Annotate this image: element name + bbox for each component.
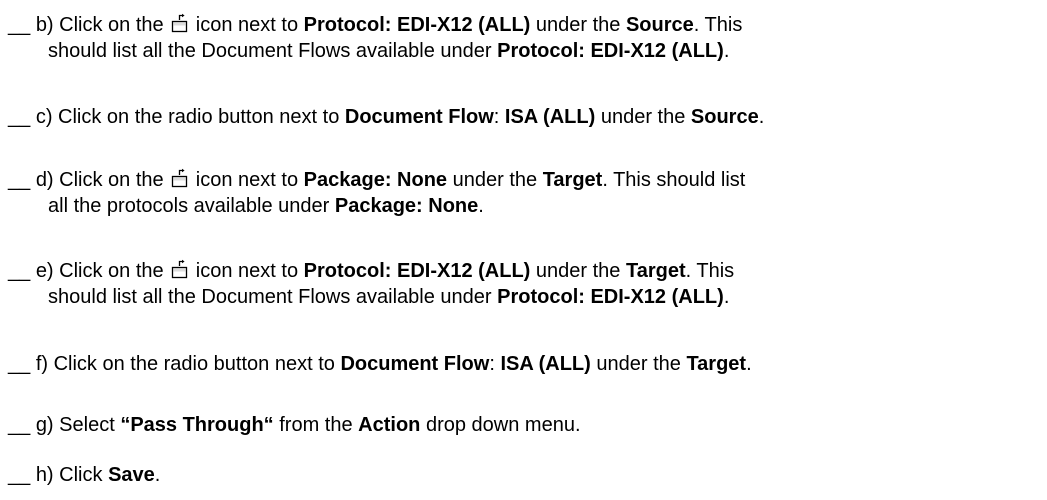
step-text: should list all the Document Flows avail… xyxy=(48,286,492,308)
step-text: icon next to xyxy=(195,260,299,282)
step-bold: Action xyxy=(358,414,421,436)
step-h-line1: __ h) Click Save. xyxy=(8,462,1040,488)
step-bold: Target xyxy=(625,260,686,282)
step-d-line1: __ d) Click on the icon next to Package:… xyxy=(8,167,1040,193)
step-text: Click on the radio button next to xyxy=(53,353,335,375)
step-text: from the xyxy=(279,414,353,436)
step-text: . xyxy=(746,353,752,375)
step-c-line1: __ c) Click on the radio button next to … xyxy=(8,104,1040,130)
step-text: Click on the xyxy=(59,169,164,191)
step-blank: __ xyxy=(8,260,31,282)
step-marker: b) xyxy=(35,14,54,36)
step-text: icon next to xyxy=(195,14,299,36)
step-blank: __ xyxy=(8,414,31,436)
step-text: . This xyxy=(685,260,735,282)
step-text: under the xyxy=(600,106,686,128)
step-bold: Save xyxy=(108,464,155,486)
step-blank: __ xyxy=(8,106,31,128)
step-bold: ISA (ALL) xyxy=(500,353,591,375)
step-bold: ISA (ALL) xyxy=(504,106,596,128)
step-bold: Document Flow xyxy=(344,106,494,128)
step-f: __ f) Click on the radio button next to … xyxy=(8,351,1040,377)
step-bold: Target xyxy=(542,169,603,191)
step-blank: __ xyxy=(8,14,31,36)
step-text: Click on the xyxy=(59,14,164,36)
step-e-line2: should list all the Document Flows avail… xyxy=(8,284,1040,310)
step-marker: d) xyxy=(35,169,54,191)
folder-up-icon xyxy=(171,259,188,279)
step-text: Click xyxy=(59,464,103,486)
step-blank: __ xyxy=(8,464,31,486)
step-marker: h) xyxy=(35,464,54,486)
step-bold: Document Flow xyxy=(340,353,490,375)
step-marker: e) xyxy=(35,260,54,282)
step-marker: f) xyxy=(35,353,49,375)
step-text: . xyxy=(723,286,730,308)
step-blank: __ xyxy=(8,169,31,191)
step-bold: Protocol: EDI-X12 (ALL) xyxy=(497,40,724,62)
step-text: . xyxy=(478,195,484,217)
step-text: all the protocols available under xyxy=(48,195,330,217)
step-b-line2: should list all the Document Flows avail… xyxy=(8,38,1040,64)
step-e: __ e) Click on the icon next to Protocol… xyxy=(8,258,1040,310)
step-f-line1: __ f) Click on the radio button next to … xyxy=(8,351,1040,377)
step-bold: Target xyxy=(686,353,747,375)
step-text: . xyxy=(758,106,765,128)
step-text: . This should list xyxy=(602,169,746,191)
step-marker: g) xyxy=(35,414,54,436)
step-g-line1: __ g) Select “Pass Through“ from the Act… xyxy=(8,412,1040,438)
step-text: . This xyxy=(693,14,743,36)
step-text: : xyxy=(493,106,500,128)
step-g: __ g) Select “Pass Through“ from the Act… xyxy=(8,412,1040,438)
step-text: Select xyxy=(59,414,115,436)
step-text: drop down menu. xyxy=(425,414,581,436)
step-text: Click on the xyxy=(59,260,164,282)
step-text: should list all the Document Flows avail… xyxy=(48,40,492,62)
step-text: . xyxy=(723,40,730,62)
step-d-line2: all the protocols available under Packag… xyxy=(8,193,1040,219)
step-text: under the xyxy=(535,260,621,282)
step-bold: Source xyxy=(690,106,759,128)
step-b: __ b) Click on the icon next to Protocol… xyxy=(8,12,1040,64)
step-bold: Protocol: EDI-X12 (ALL) xyxy=(303,260,531,282)
step-bold: Package: None xyxy=(334,195,479,217)
step-c: __ c) Click on the radio button next to … xyxy=(8,104,1040,130)
step-bold: Source xyxy=(625,14,694,36)
folder-up-icon xyxy=(171,13,188,33)
step-text: under the xyxy=(596,353,681,375)
step-text: Click on the radio button next to xyxy=(58,106,340,128)
step-blank: __ xyxy=(8,353,31,375)
step-d: __ d) Click on the icon next to Package:… xyxy=(8,167,1040,219)
step-text: under the xyxy=(535,14,621,36)
step-text: icon next to xyxy=(195,169,299,191)
step-text: . xyxy=(154,464,161,486)
step-b-line1: __ b) Click on the icon next to Protocol… xyxy=(8,12,1040,38)
step-bold: “Pass Through“ xyxy=(120,414,274,436)
step-bold: Protocol: EDI-X12 (ALL) xyxy=(303,14,531,36)
step-text: : xyxy=(489,353,495,375)
step-h: __ h) Click Save. xyxy=(8,462,1040,488)
folder-up-icon xyxy=(171,168,188,188)
step-e-line1: __ e) Click on the icon next to Protocol… xyxy=(8,258,1040,284)
step-text: under the xyxy=(452,169,538,191)
step-bold: Package: None xyxy=(303,169,448,191)
step-marker: c) xyxy=(35,106,53,128)
step-bold: Protocol: EDI-X12 (ALL) xyxy=(497,286,724,308)
